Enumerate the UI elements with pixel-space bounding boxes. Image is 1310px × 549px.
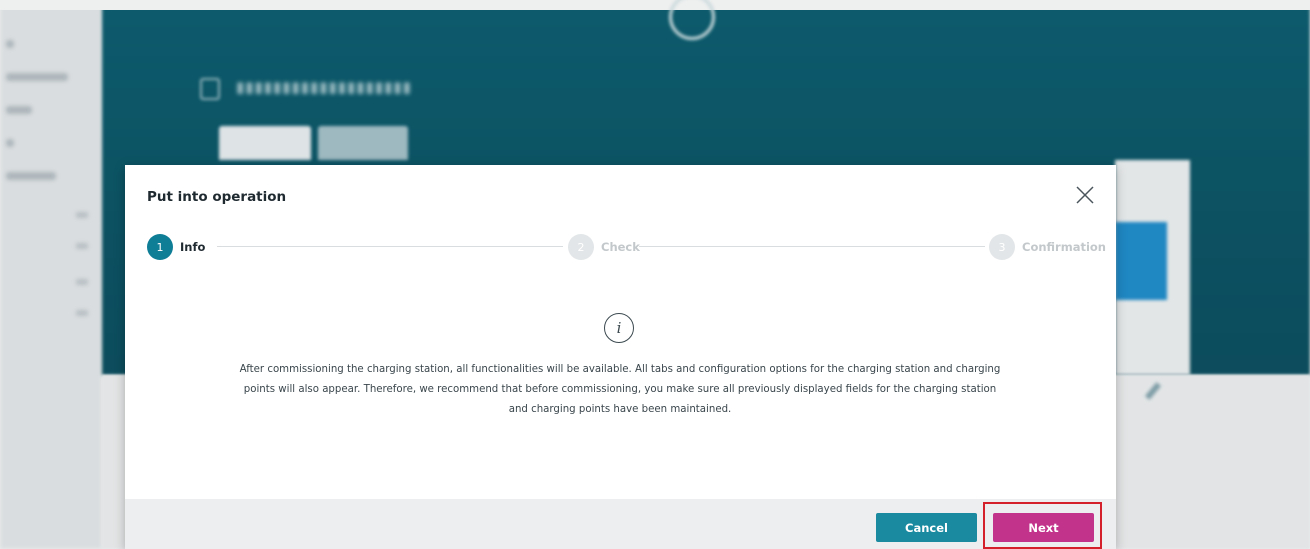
step-connector — [639, 246, 985, 247]
step-number: 3 — [989, 234, 1015, 260]
dialog-title: Put into operation — [147, 189, 287, 205]
dialog-footer: Cancel Next — [125, 499, 1116, 549]
put-into-operation-dialog: Put into operation 1 Info 2 Check 3 Conf… — [125, 165, 1116, 549]
next-button[interactable]: Next — [993, 513, 1094, 542]
step-info: 1 Info — [147, 233, 205, 261]
step-number: 1 — [147, 234, 173, 260]
stepper: 1 Info 2 Check 3 Confirmation — [147, 233, 1106, 261]
cancel-button[interactable]: Cancel — [876, 513, 977, 542]
step-label: Check — [601, 240, 640, 254]
step-label: Info — [180, 240, 206, 254]
step-connector — [217, 246, 563, 247]
close-icon — [1076, 186, 1094, 204]
step-check: 2 Check — [568, 233, 640, 261]
close-button[interactable] — [1073, 183, 1097, 207]
info-icon: i — [604, 313, 634, 343]
dialog-body-text: After commissioning the charging station… — [239, 364, 1001, 415]
step-confirmation: 3 Confirmation — [989, 233, 1106, 261]
step-number: 2 — [568, 234, 594, 260]
step-label: Confirmation — [1022, 240, 1106, 254]
